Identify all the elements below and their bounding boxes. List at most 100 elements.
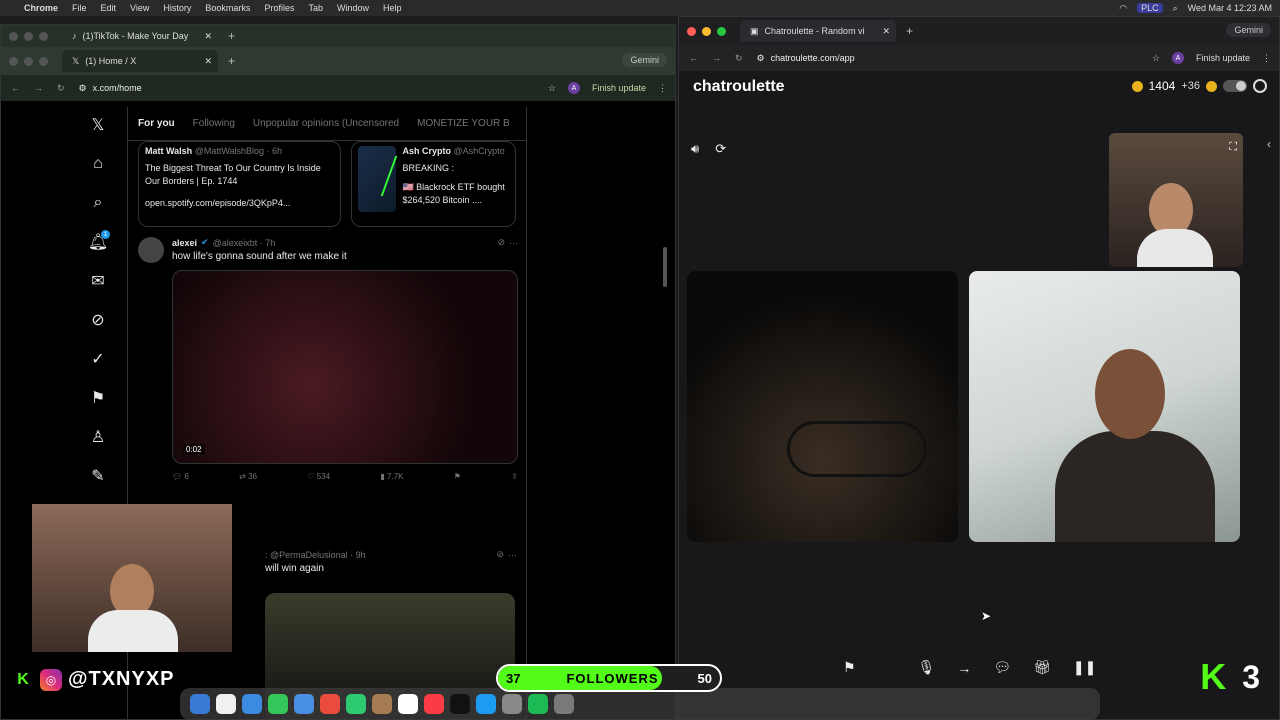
status-plc[interactable]: PLC bbox=[1137, 3, 1163, 13]
back-icon[interactable]: ← bbox=[11, 83, 20, 94]
tab-x-home[interactable]: 𝕏 (1) Home / X ✕ bbox=[62, 50, 218, 72]
views-button[interactable]: ▮ 7.7K bbox=[380, 472, 403, 481]
music-icon[interactable] bbox=[424, 694, 444, 714]
menu-window[interactable]: Window bbox=[337, 3, 369, 13]
tab-for-you[interactable]: For you bbox=[138, 118, 175, 129]
contacts-icon[interactable] bbox=[372, 694, 392, 714]
new-tab-icon[interactable]: + bbox=[906, 24, 913, 38]
close-tab-icon[interactable]: ✕ bbox=[204, 31, 212, 42]
menu-profiles[interactable]: Profiles bbox=[264, 3, 294, 13]
menu-bookmarks[interactable]: Bookmarks bbox=[205, 3, 250, 13]
share-icon[interactable]: ⇪ bbox=[511, 472, 518, 481]
zoom-dot-icon[interactable] bbox=[39, 31, 48, 41]
launchpad-icon[interactable] bbox=[216, 694, 236, 714]
minimize-dot-icon[interactable] bbox=[24, 31, 33, 41]
menu-view[interactable]: View bbox=[130, 3, 149, 13]
messages-icon[interactable]: ✉ bbox=[88, 271, 108, 291]
menu-tab[interactable]: Tab bbox=[308, 3, 323, 13]
finish-update-button[interactable]: Finish update bbox=[1196, 53, 1250, 63]
forward-icon[interactable]: → bbox=[34, 83, 43, 94]
chatroulette-logo[interactable]: chatroulette bbox=[693, 78, 785, 96]
forward-icon[interactable]: → bbox=[712, 53, 721, 64]
spotify-icon[interactable] bbox=[528, 694, 548, 714]
camera-switch-icon[interactable]: ⟳ bbox=[715, 141, 726, 157]
verified-icon[interactable]: ✓ bbox=[88, 349, 108, 369]
tweet-author[interactable]: alexei bbox=[172, 238, 197, 248]
menu-file[interactable]: File bbox=[72, 3, 87, 13]
finder-icon[interactable] bbox=[190, 694, 210, 714]
more-icon[interactable]: ··· bbox=[509, 238, 518, 248]
photos-icon[interactable] bbox=[320, 694, 340, 714]
grok-icon[interactable]: ⊘ bbox=[88, 310, 108, 330]
minimize-dot-icon[interactable] bbox=[702, 26, 711, 36]
microphone-icon[interactable]: 🎙︎ bbox=[918, 659, 936, 676]
coin-balance[interactable]: 1404 +36 bbox=[1131, 79, 1267, 93]
volume-icon[interactable]: 🔊︎ bbox=[691, 141, 699, 157]
user-icon[interactable] bbox=[1253, 79, 1267, 93]
zoom-dot-icon[interactable] bbox=[39, 56, 48, 66]
profile-icon[interactable]: ♙ bbox=[88, 427, 108, 447]
repost-button[interactable]: ⇄ 36 bbox=[239, 472, 257, 481]
card-link[interactable]: open.spotify.com/episode/3QKpP4... bbox=[145, 198, 334, 208]
close-dot-icon[interactable] bbox=[9, 31, 18, 41]
bookmark-icon[interactable]: ⚑ bbox=[454, 472, 461, 481]
close-tab-icon[interactable]: ✕ bbox=[882, 26, 890, 37]
close-dot-icon[interactable] bbox=[9, 56, 18, 66]
finish-update-button[interactable]: Finish update bbox=[592, 83, 646, 93]
ash-crypto-card[interactable]: Ash Crypto @AshCrypto BREAKING : 🇺🇸 Blac… bbox=[351, 141, 516, 227]
gemini-button[interactable]: Gemini bbox=[1226, 23, 1271, 37]
trash-icon[interactable] bbox=[554, 694, 574, 714]
tab-unpopular-opinions[interactable]: Unpopular opinions (Uncensored bbox=[253, 118, 399, 129]
tab-chatroulette[interactable]: ▣ Chatroulette - Random vi ✕ bbox=[740, 20, 896, 42]
tab-monetize[interactable]: MONETIZE YOUR B bbox=[417, 118, 510, 129]
zoom-dot-icon[interactable] bbox=[717, 26, 726, 36]
tab-tiktok[interactable]: ♪ (1)TikTok - Make Your Day ✕ bbox=[62, 25, 218, 47]
more-menu-icon[interactable]: ⋮ bbox=[658, 83, 667, 94]
app-store-icon[interactable] bbox=[476, 694, 496, 714]
minimize-dot-icon[interactable] bbox=[24, 56, 33, 66]
site-info-icon[interactable]: ⚙ bbox=[757, 53, 765, 64]
grok-icon[interactable]: ⊘ bbox=[496, 549, 504, 560]
home-icon[interactable]: ⌂ bbox=[88, 154, 108, 174]
compose-icon[interactable]: ✎ bbox=[88, 466, 108, 486]
safari-icon[interactable] bbox=[242, 694, 262, 714]
reload-icon[interactable]: ↻ bbox=[57, 83, 65, 94]
clock[interactable]: Wed Mar 4 12:23 AM bbox=[1188, 3, 1272, 13]
matt-walsh-card[interactable]: Matt Walsh @MattWalshBlog · 6h The Bigge… bbox=[138, 141, 342, 227]
mail-icon[interactable] bbox=[294, 694, 314, 714]
more-menu-icon[interactable]: ⋮ bbox=[1262, 53, 1271, 64]
settings-icon[interactable] bbox=[502, 694, 522, 714]
like-button[interactable]: ♡ 534 bbox=[307, 472, 330, 481]
facetime-icon[interactable] bbox=[346, 694, 366, 714]
next-arrow-icon[interactable]: → bbox=[957, 660, 971, 676]
menu-help[interactable]: Help bbox=[383, 3, 402, 13]
profile-avatar[interactable]: A bbox=[1171, 52, 1184, 64]
tab-following[interactable]: Following bbox=[193, 118, 235, 129]
close-dot-icon[interactable] bbox=[687, 26, 696, 36]
bookmarks-icon[interactable]: ⚑ bbox=[88, 388, 108, 408]
tv-icon[interactable] bbox=[450, 694, 470, 714]
url-field[interactable]: x.com/home bbox=[93, 83, 142, 93]
gemini-button[interactable]: Gemini bbox=[622, 53, 667, 67]
tweet-video[interactable]: 0:02 bbox=[172, 270, 518, 464]
more-icon[interactable]: ··· bbox=[508, 550, 517, 560]
profile-avatar[interactable]: A bbox=[567, 82, 580, 94]
chat-bubble-icon[interactable]: 💬︎ bbox=[993, 659, 1011, 676]
scrollbar[interactable] bbox=[663, 247, 667, 287]
star-icon[interactable]: ☆ bbox=[548, 83, 556, 94]
calendar-icon[interactable] bbox=[398, 694, 418, 714]
gift-icon[interactable]: 🎁︎ bbox=[1033, 659, 1051, 676]
menu-app-name[interactable]: Chrome bbox=[24, 3, 58, 13]
fullscreen-icon[interactable]: ⛶ bbox=[1229, 141, 1237, 154]
close-tab-icon[interactable]: ✕ bbox=[204, 56, 212, 67]
search-icon[interactable]: ⌕ bbox=[1173, 3, 1178, 14]
search-icon[interactable]: ⌕ bbox=[88, 193, 108, 213]
reload-icon[interactable]: ↻ bbox=[735, 53, 743, 64]
collapse-sidebar-icon[interactable]: ‹ bbox=[1267, 137, 1271, 151]
pause-icon[interactable]: ❚❚ bbox=[1073, 659, 1096, 676]
tweet-alexei[interactable]: alexei ✔ @alexeixbt · 7h ⊘ ··· how life'… bbox=[128, 227, 526, 491]
grok-icon[interactable]: ⊘ bbox=[497, 237, 505, 248]
notifications-icon[interactable]: 🔔︎ 1 bbox=[88, 230, 110, 252]
new-tab-icon[interactable]: + bbox=[228, 29, 235, 43]
star-icon[interactable]: ☆ bbox=[1152, 53, 1160, 64]
